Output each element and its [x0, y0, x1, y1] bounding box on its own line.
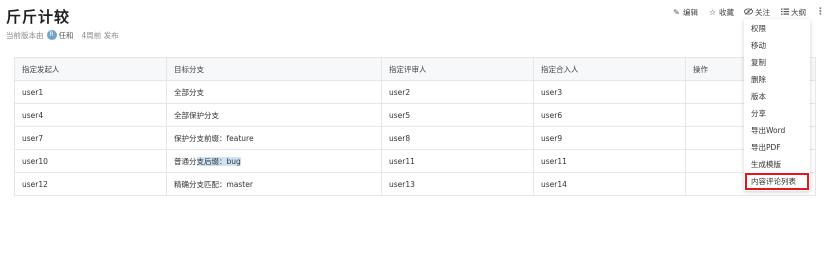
cell-reviewer: user2: [381, 80, 534, 104]
avatar: R: [46, 30, 57, 40]
cell-reviewer: user8: [381, 126, 534, 150]
toolbar: ✎ 编辑 ☆ 收藏 关注 大纲 ⋮: [662, 6, 825, 18]
header-reviewer: 指定评审人: [381, 57, 534, 81]
follow-label: 关注: [755, 7, 770, 17]
menu-item-move[interactable]: 移动: [744, 37, 810, 54]
menu-item-permissions[interactable]: 权限: [744, 20, 810, 37]
cell-reviewer: user11: [381, 149, 534, 173]
table-header-row: 指定发起人 目标分支 指定评审人 指定合入人 操作: [14, 57, 816, 81]
outline-label: 大纲: [791, 7, 806, 17]
selected-text: 支后缀：bug: [196, 156, 241, 166]
follow-button[interactable]: 关注: [744, 6, 770, 18]
header-target-branch: 目标分支: [166, 57, 382, 81]
rule-table: 指定发起人 目标分支 指定评审人 指定合入人 操作 user1 全部分支 use…: [14, 57, 816, 196]
table-row: user4 全部保护分支 user5 user6: [14, 103, 816, 127]
cell-target-branch: 全部分支: [166, 80, 382, 104]
publish-time: 4周前 发布: [81, 30, 119, 40]
menu-item-share[interactable]: 分享: [744, 105, 810, 122]
header-initiator: 指定发起人: [14, 57, 167, 81]
cell-merger: user11: [533, 149, 686, 173]
menu-item-comment-list[interactable]: 内容评论列表: [745, 173, 809, 190]
menu-item-generate-template[interactable]: 生成模版: [744, 156, 810, 173]
cell-initiator: user4: [14, 103, 167, 127]
cell-reviewer: user5: [381, 103, 534, 127]
table-row: user10 普通分支后缀：bug user11 user11: [14, 149, 816, 173]
pencil-icon: ✎: [673, 7, 680, 17]
favorite-label: 收藏: [719, 7, 734, 17]
menu-item-export-pdf[interactable]: 导出PDF: [744, 139, 810, 156]
author-name[interactable]: 任和: [59, 30, 74, 41]
cell-initiator: user7: [14, 126, 167, 150]
cell-reviewer: user13: [381, 172, 534, 196]
cell-target-branch: 普通分支后缀：bug: [166, 149, 382, 173]
favorite-button[interactable]: ☆ 收藏: [708, 6, 734, 18]
star-icon: ☆: [708, 7, 717, 17]
table-row: user7 保护分支前缀：feature user8 user9: [14, 126, 816, 150]
cell-merger: user3: [533, 80, 686, 104]
cell-merger: user9: [533, 126, 686, 150]
more-icon[interactable]: ⋮: [816, 7, 825, 17]
cell-initiator: user10: [14, 149, 167, 173]
page-title: 斤斤计较: [6, 8, 71, 26]
cell-merger: user6: [533, 103, 686, 127]
menu-item-delete[interactable]: 删除: [744, 71, 810, 88]
table-row: user1 全部分支 user2 user3: [14, 80, 816, 104]
version-label: 当前版本由: [6, 30, 44, 40]
cell-merger: user14: [533, 172, 686, 196]
cell-initiator: user12: [14, 172, 167, 196]
unselected-text: 普通分: [174, 156, 197, 166]
cell-target-branch: 精确分支匹配：master: [166, 172, 382, 196]
edit-label: 编辑: [683, 7, 698, 17]
table-row: user12 精确分支匹配：master user13 user14: [14, 172, 816, 196]
menu-item-export-word[interactable]: 导出Word: [744, 122, 810, 139]
outline-button[interactable]: 大纲: [780, 6, 806, 18]
cell-target-branch: 全部保护分支: [166, 103, 382, 127]
more-dropdown-menu: 权限 移动 复制 删除 版本 分享 导出Word 导出PDF 生成模版 内容评论…: [744, 19, 810, 191]
header-merger: 指定合入人: [533, 57, 686, 81]
version-meta: 当前版本由 R 任和 4周前 发布: [6, 29, 119, 41]
cell-initiator: user1: [14, 80, 167, 104]
edit-button[interactable]: ✎ 编辑: [672, 6, 698, 18]
menu-item-copy[interactable]: 复制: [744, 54, 810, 71]
list-icon: [780, 8, 789, 17]
eye-icon: [744, 7, 753, 17]
cell-target-branch: 保护分支前缀：feature: [166, 126, 382, 150]
menu-item-versions[interactable]: 版本: [744, 88, 810, 105]
